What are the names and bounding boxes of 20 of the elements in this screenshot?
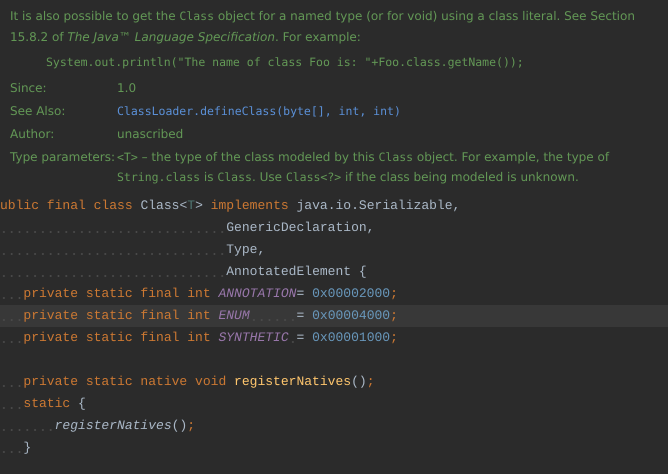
code-line: private static final int SYNTHETIC = 0x00001000; bbox=[0, 327, 668, 349]
code-line: registerNatives(); bbox=[0, 415, 668, 437]
code-line: private static final int ANNOTATION= 0x00002000; bbox=[0, 283, 668, 305]
code-line: Type, bbox=[0, 239, 668, 261]
tag-value: unascribed bbox=[117, 126, 184, 143]
code-line: AnnotatedElement { bbox=[0, 261, 668, 283]
tag-label: Author: bbox=[10, 126, 56, 143]
code-line: ublic final class Class<T> implements java.io.Serializable, bbox=[0, 197, 462, 215]
code-line: GenericDeclaration, bbox=[0, 217, 668, 239]
doc-paragraph: It is also possible to get the Class object for a named type (or for void) using a class literal. See Section 15.8.2 of The Java™ Language Specification. For example: bbox=[10, 8, 636, 46]
tag-label: See Also: bbox=[10, 103, 66, 120]
tag-label: Type parameters: bbox=[10, 149, 116, 166]
code-example: System.out.println("The name of class Foo is: "+Foo.class.getName()); bbox=[45, 54, 525, 71]
link[interactable]: ClassLoader.defineClass(byte[], int, int) bbox=[117, 101, 658, 121]
code-line: static { bbox=[0, 393, 668, 415]
code-line: } bbox=[0, 437, 668, 459]
tag-value: 1.0 bbox=[117, 80, 138, 97]
tag-label: Since: bbox=[10, 80, 48, 97]
tag-value: <T> – the type of the class modeled by this Class object. For example, the type of String.class is Class. Use Class<?> if the class being modeled is unknown. bbox=[117, 149, 610, 186]
code-line: private static native void registerNatives(); bbox=[0, 371, 668, 393]
